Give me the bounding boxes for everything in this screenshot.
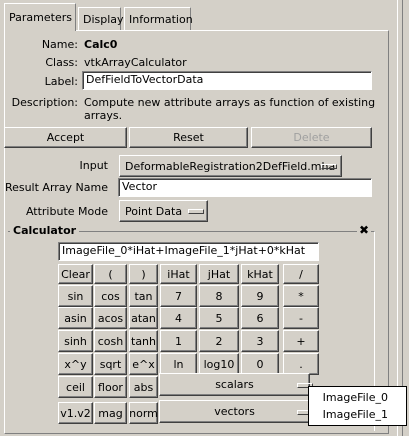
calc-key-3-5[interactable]: 3 bbox=[241, 330, 279, 352]
reset-button[interactable]: Reset bbox=[129, 127, 248, 148]
label-label: Label: bbox=[44, 75, 78, 88]
tab-information[interactable]: Information bbox=[124, 7, 193, 30]
calc-key-5-0[interactable]: ceil bbox=[58, 376, 93, 398]
label-field[interactable]: DefFieldToVectorData bbox=[82, 71, 372, 90]
calculator-title: Calculator bbox=[10, 224, 80, 237]
description-label: Description: bbox=[11, 96, 78, 109]
tab-label: Display bbox=[83, 13, 124, 26]
panel-scrollbar[interactable] bbox=[397, 0, 409, 436]
expression-field[interactable]: ImageFile_0*iHat+ImageFile_1*jHat+0*kHat bbox=[58, 242, 319, 261]
accept-button[interactable]: Accept bbox=[4, 127, 127, 148]
calc-key-2-2[interactable]: atan bbox=[129, 307, 158, 329]
calc-key-2-0[interactable]: asin bbox=[58, 307, 93, 329]
calc-key-1-6[interactable]: * bbox=[283, 285, 319, 307]
close-icon[interactable]: ✖ bbox=[357, 223, 372, 237]
calc-key-3-2[interactable]: tanh bbox=[129, 330, 158, 352]
attribute-mode-value: Point Data bbox=[125, 204, 183, 218]
calc-key-4-1[interactable]: sqrt bbox=[94, 353, 127, 375]
calc-key-1-0[interactable]: sin bbox=[58, 285, 93, 307]
calc-key-2-1[interactable]: acos bbox=[94, 307, 127, 329]
vectors-menu-button[interactable]: vectors bbox=[159, 400, 313, 423]
input-menu-button[interactable]: DeformableRegistration2DefField.mha bbox=[119, 155, 342, 177]
popup-item-imagefile-1[interactable]: ImageFile_1 bbox=[309, 408, 406, 421]
input-value: DeformableRegistration2DefField.mha bbox=[125, 159, 336, 173]
calc-key-3-1[interactable]: cosh bbox=[94, 330, 127, 352]
attribute-mode-menu-button[interactable]: Point Data bbox=[119, 200, 208, 222]
calc-key-0-5[interactable]: kHat bbox=[241, 264, 279, 284]
vectors-popup-menu: ImageFile_0 ImageFile_1 bbox=[308, 386, 407, 426]
attribute-mode-label: Attribute Mode bbox=[25, 205, 108, 218]
calc-key-0-4[interactable]: jHat bbox=[199, 264, 239, 284]
calc-key-4-0[interactable]: x^y bbox=[58, 353, 93, 375]
class-label: Class: bbox=[45, 56, 78, 69]
calc-key-3-6[interactable]: + bbox=[283, 330, 319, 352]
calc-key-2-3[interactable]: 4 bbox=[160, 307, 197, 329]
calc-key-0-0[interactable]: Clear bbox=[58, 264, 93, 284]
tab-display[interactable]: Display bbox=[78, 7, 124, 30]
calc-key-0-2[interactable]: ) bbox=[129, 264, 158, 284]
calc-key-1-4[interactable]: 8 bbox=[199, 285, 239, 307]
calc-key-4-4[interactable]: log10 bbox=[199, 353, 239, 375]
calc-key-5-1[interactable]: floor bbox=[94, 376, 127, 398]
input-label: Input bbox=[79, 159, 108, 172]
menu-indicator-icon bbox=[321, 164, 337, 169]
tab-label: Information bbox=[129, 13, 193, 26]
calc-key-4-5[interactable]: 0 bbox=[241, 353, 279, 375]
calc-key-3-0[interactable]: sinh bbox=[58, 330, 93, 352]
calc-key-1-1[interactable]: cos bbox=[94, 285, 127, 307]
description-text: Compute new attribute arrays as function… bbox=[84, 96, 376, 109]
vectors-label: vectors bbox=[214, 405, 255, 418]
menu-indicator-icon bbox=[188, 209, 204, 214]
calc-key-1-3[interactable]: 7 bbox=[160, 285, 197, 307]
calc-key-6-0[interactable]: v1.v2 bbox=[58, 402, 93, 424]
calc-key-5-2[interactable]: abs bbox=[129, 376, 158, 398]
result-array-field[interactable]: Vector bbox=[118, 178, 372, 197]
calc-key-4-2[interactable]: e^x bbox=[129, 353, 158, 375]
tab-parameters[interactable]: Parameters bbox=[4, 3, 76, 31]
scalars-menu-button[interactable]: scalars bbox=[159, 373, 313, 396]
calc-key-1-2[interactable]: tan bbox=[129, 285, 158, 307]
calc-key-0-6[interactable]: / bbox=[283, 264, 319, 284]
calc-key-2-4[interactable]: 5 bbox=[199, 307, 239, 329]
class-value: vtkArrayCalculator bbox=[84, 56, 187, 69]
calc-key-0-3[interactable]: iHat bbox=[160, 264, 197, 284]
calc-key-0-1[interactable]: ( bbox=[94, 264, 127, 284]
delete-button[interactable]: Delete bbox=[251, 127, 372, 148]
popup-item-imagefile-0[interactable]: ImageFile_0 bbox=[309, 391, 406, 404]
scalars-label: scalars bbox=[215, 378, 254, 391]
calc-key-3-4[interactable]: 2 bbox=[199, 330, 239, 352]
calc-key-1-5[interactable]: 9 bbox=[241, 285, 279, 307]
result-array-label: Result Array Name bbox=[4, 181, 108, 194]
calc-key-4-6[interactable]: . bbox=[283, 353, 319, 375]
calc-key-3-3[interactable]: 1 bbox=[160, 330, 197, 352]
calc-key-6-2[interactable]: norm bbox=[129, 402, 158, 424]
name-label: Name: bbox=[41, 38, 78, 51]
description-text-cont: arrays. bbox=[84, 109, 123, 122]
name-value: Calc0 bbox=[84, 38, 118, 51]
calc-key-2-5[interactable]: 6 bbox=[241, 307, 279, 329]
calc-key-2-6[interactable]: - bbox=[283, 307, 319, 329]
calc-key-4-3[interactable]: ln bbox=[160, 353, 197, 375]
tab-label: Parameters bbox=[9, 11, 72, 24]
calc-key-6-1[interactable]: mag bbox=[94, 402, 127, 424]
